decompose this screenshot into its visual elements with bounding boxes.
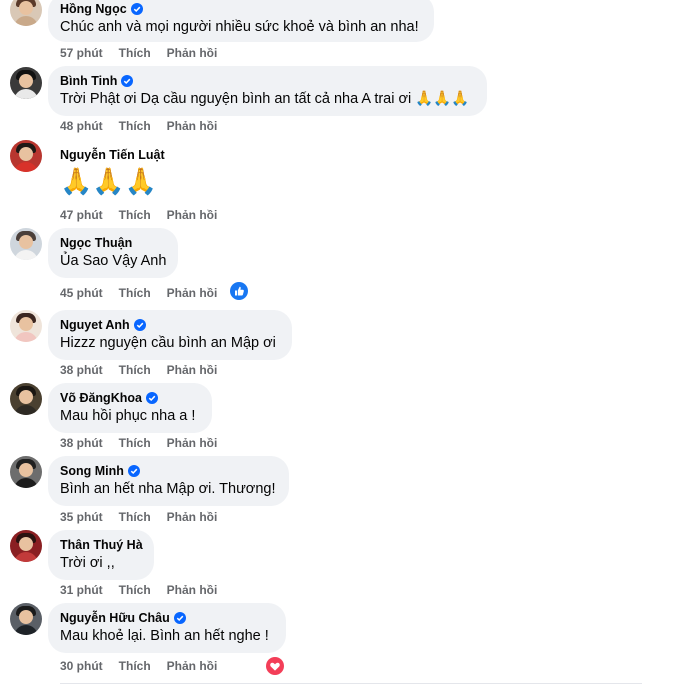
comment-actions: 35 phút Thích Phản hồi: [60, 509, 233, 525]
comment-text: Trời ơi ,,: [60, 555, 115, 571]
avatar[interactable]: [10, 67, 42, 99]
comment-time[interactable]: 48 phút: [60, 119, 103, 133]
comment-text: Mau khoẻ lại. Bình an hết nghe !: [60, 628, 269, 644]
comment-bubble: Bình Tinh Trời Phật ơi Dạ cầu nguyện bìn…: [48, 66, 487, 116]
verified-badge-icon: [173, 612, 186, 624]
comment-bubble: Nguyễn Hữu Châu Mau khoẻ lại. Bình an hế…: [48, 603, 286, 653]
commenter-name[interactable]: Nguyễn Tiến Luật: [60, 147, 165, 163]
avatar[interactable]: [10, 603, 42, 635]
comment-time[interactable]: 47 phút: [60, 208, 103, 222]
comment-bubble: Nguyet Anh Hizzz nguyện cầu bình an Mập …: [48, 310, 292, 360]
commenter-name[interactable]: Hồng Ngọc: [60, 1, 127, 17]
avatar[interactable]: [10, 140, 42, 172]
comment-bubble: Ngọc Thuận Ủa Sao Vậy Anh: [48, 228, 178, 278]
reply-button[interactable]: Phản hồi: [167, 510, 218, 524]
avatar[interactable]: [10, 0, 42, 26]
like-button[interactable]: Thích: [119, 659, 151, 673]
love-reaction-icon[interactable]: [266, 657, 284, 675]
verified-badge-icon: [133, 319, 146, 331]
avatar[interactable]: [10, 310, 42, 342]
comment-text: Mau hồi phục nha a !: [60, 408, 196, 424]
comment-actions: 45 phút Thích Phản hồi: [60, 285, 233, 301]
comment-actions: 38 phút Thích Phản hồi: [60, 362, 233, 378]
comment-actions: 48 phút Thích Phản hồi: [60, 118, 233, 134]
like-button[interactable]: Thích: [119, 286, 151, 300]
comment-text: Bình an hết nha Mập ơi. Thương!: [60, 481, 276, 497]
like-button[interactable]: Thích: [119, 46, 151, 60]
comment-actions: 38 phút Thích Phản hồi: [60, 435, 233, 451]
like-button[interactable]: Thích: [119, 510, 151, 524]
comment-time[interactable]: 31 phút: [60, 583, 103, 597]
comment-text: Trời Phật ơi Dạ cầu nguyện bình an tất c…: [60, 91, 470, 107]
comment-actions: 31 phút Thích Phản hồi: [60, 582, 233, 598]
like-button[interactable]: Thích: [119, 436, 151, 450]
avatar[interactable]: [10, 228, 42, 260]
comment-text: Chúc anh và mọi người nhiều sức khoẻ và …: [60, 19, 419, 35]
comment-bubble: Hồng Ngọc Chúc anh và mọi người nhiều sứ…: [48, 0, 434, 42]
reply-button[interactable]: Phản hồi: [167, 119, 218, 133]
avatar[interactable]: [10, 383, 42, 415]
comment-bubble: Nguyễn Tiến Luật 🙏🙏🙏: [48, 140, 248, 202]
commenter-name[interactable]: Song Minh: [60, 463, 124, 479]
commenter-name[interactable]: Thân Thuý Hà: [60, 537, 143, 553]
comment-time[interactable]: 45 phút: [60, 286, 103, 300]
reply-button[interactable]: Phản hồi: [167, 208, 218, 222]
verified-badge-icon: [145, 392, 158, 404]
comment-time[interactable]: 35 phút: [60, 510, 103, 524]
commenter-name[interactable]: Nguyễn Hữu Châu: [60, 610, 170, 626]
comment-time[interactable]: 38 phút: [60, 363, 103, 377]
like-button[interactable]: Thích: [119, 583, 151, 597]
comment-time[interactable]: 30 phút: [60, 659, 103, 673]
comment-actions: 30 phút Thích Phản hồi: [60, 658, 233, 674]
comment-actions: 57 phút Thích Phản hồi: [60, 45, 233, 61]
like-button[interactable]: Thích: [119, 363, 151, 377]
divider: [60, 683, 642, 684]
comment-bubble: Thân Thuý Hà Trời ơi ,,: [48, 530, 154, 580]
like-button[interactable]: Thích: [119, 208, 151, 222]
commenter-name[interactable]: Võ ĐăngKhoa: [60, 390, 142, 406]
comment-time[interactable]: 38 phút: [60, 436, 103, 450]
verified-badge-icon: [121, 75, 134, 87]
comment-text: Hizzz nguyện cầu bình an Mập ơi: [60, 335, 276, 351]
reply-button[interactable]: Phản hồi: [167, 363, 218, 377]
like-reaction-icon[interactable]: [230, 282, 248, 300]
reply-button[interactable]: Phản hồi: [167, 436, 218, 450]
reply-button[interactable]: Phản hồi: [167, 46, 218, 60]
reply-button[interactable]: Phản hồi: [167, 659, 218, 673]
verified-badge-icon: [130, 3, 143, 15]
comment-time[interactable]: 57 phút: [60, 46, 103, 60]
verified-badge-icon: [127, 465, 140, 477]
avatar[interactable]: [10, 456, 42, 488]
commenter-name[interactable]: Bình Tinh: [60, 73, 117, 89]
comment-bubble: Song Minh Bình an hết nha Mập ơi. Thương…: [48, 456, 289, 506]
like-button[interactable]: Thích: [119, 119, 151, 133]
comment-bubble: Võ ĐăngKhoa Mau hồi phục nha a !: [48, 383, 212, 433]
commenter-name[interactable]: Nguyet Anh: [60, 317, 130, 333]
comment-text: 🙏🙏🙏: [60, 166, 158, 196]
reply-button[interactable]: Phản hồi: [167, 286, 218, 300]
comment-text: Ủa Sao Vậy Anh: [60, 253, 167, 269]
commenter-name[interactable]: Ngọc Thuận: [60, 235, 132, 251]
avatar[interactable]: [10, 530, 42, 562]
comment-actions: 47 phút Thích Phản hồi: [60, 207, 233, 223]
reply-button[interactable]: Phản hồi: [167, 583, 218, 597]
